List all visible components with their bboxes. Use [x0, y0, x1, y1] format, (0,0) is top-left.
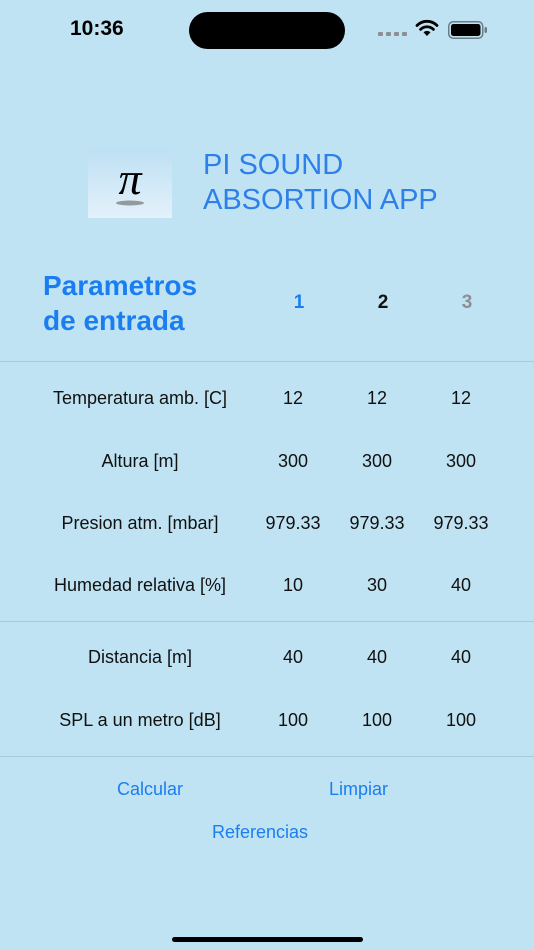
- value-field[interactable]: 979.33: [419, 508, 503, 538]
- value-field[interactable]: 100: [251, 705, 335, 735]
- value-field[interactable]: 40: [251, 642, 335, 672]
- divider-top: [0, 361, 534, 362]
- pi-logo-icon: π: [116, 153, 144, 206]
- row-label: Temperatura amb. [C]: [52, 388, 228, 408]
- column-header-1[interactable]: 1: [279, 292, 319, 314]
- signal-icon: [378, 32, 407, 36]
- divider-middle: [0, 621, 534, 622]
- value-field[interactable]: 12: [251, 383, 335, 413]
- row-spl: SPL a un metro [dB] 100 100 100: [0, 705, 534, 735]
- parameters-title-line2: de entrada: [43, 305, 185, 336]
- app-title-line2: ABSORTION APP: [203, 184, 438, 216]
- parameters-title: Parametros de entrada: [43, 268, 197, 338]
- status-time: 10:36: [70, 17, 124, 40]
- value-field[interactable]: 300: [251, 446, 335, 476]
- value-field[interactable]: 100: [335, 705, 419, 735]
- row-distance: Distancia [m] 40 40 40: [0, 642, 534, 672]
- value-field[interactable]: 100: [419, 705, 503, 735]
- value-field[interactable]: 40: [419, 642, 503, 672]
- row-label: Humedad relativa [%]: [53, 575, 227, 595]
- value-field[interactable]: 979.33: [251, 508, 335, 538]
- row-label: Altura [m]: [101, 451, 179, 471]
- value-field[interactable]: 40: [335, 642, 419, 672]
- value-field[interactable]: 300: [335, 446, 419, 476]
- divider-bottom: [0, 756, 534, 757]
- row-pressure: Presion atm. [mbar] 979.33 979.33 979.33: [0, 508, 534, 538]
- value-field[interactable]: 979.33: [335, 508, 419, 538]
- status-bar: 10:36: [0, 0, 534, 60]
- value-field[interactable]: 12: [335, 383, 419, 413]
- wifi-icon: [415, 19, 439, 36]
- value-field[interactable]: 300: [419, 446, 503, 476]
- row-humidity: Humedad relativa [%] 10 30 40: [0, 570, 534, 600]
- dynamic-island: [189, 12, 345, 49]
- references-button[interactable]: Referencias: [212, 820, 308, 844]
- app-title-line1: PI SOUND: [203, 149, 344, 181]
- column-header-3[interactable]: 3: [447, 292, 487, 314]
- row-temperature: Temperatura amb. [C] 12 12 12: [0, 383, 534, 413]
- value-field[interactable]: 12: [419, 383, 503, 413]
- parameters-title-line1: Parametros: [43, 270, 198, 301]
- home-indicator[interactable]: [172, 937, 363, 942]
- value-field[interactable]: 10: [251, 570, 335, 600]
- app-title: PI SOUND ABSORTION APP: [203, 148, 438, 218]
- calculate-button[interactable]: Calcular: [117, 777, 183, 801]
- row-altitude: Altura [m] 300 300 300: [0, 446, 534, 476]
- app-logo: π: [88, 150, 172, 218]
- battery-icon: [448, 21, 487, 39]
- pi-logo-glyph: π: [118, 153, 143, 204]
- row-label: Presion atm. [mbar]: [61, 513, 219, 533]
- row-label: SPL a un metro [dB]: [59, 710, 221, 730]
- column-header-2[interactable]: 2: [363, 292, 403, 314]
- row-label: Distancia [m]: [87, 647, 193, 667]
- value-field[interactable]: 30: [335, 570, 419, 600]
- clear-button[interactable]: Limpiar: [329, 777, 388, 801]
- value-field[interactable]: 40: [419, 570, 503, 600]
